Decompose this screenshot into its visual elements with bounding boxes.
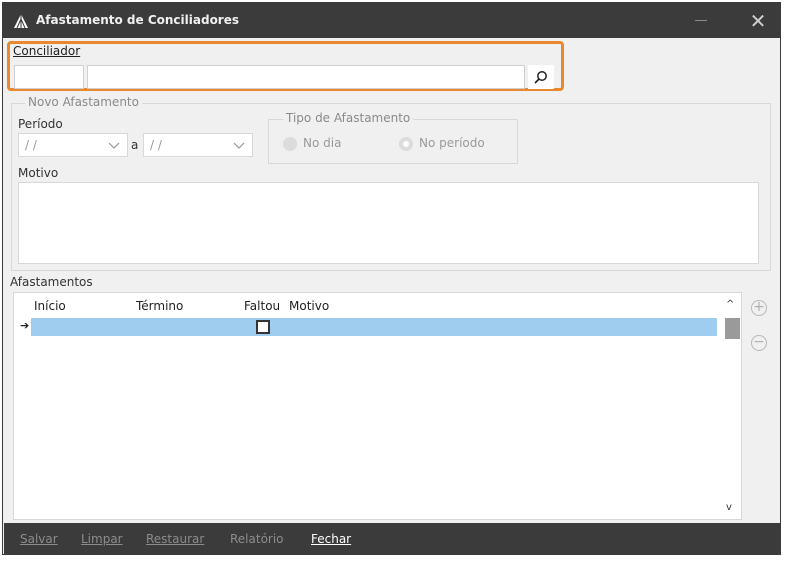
bottom-toolbar: Salvar Limpar Restaurar Relatório Fechar [4,523,781,555]
minimize-button[interactable] [695,20,707,21]
app-logo-icon [14,14,28,29]
motivo-textarea[interactable] [18,182,759,264]
afastamentos-grid[interactable]: Início Término Faltou Motivo ➔ ^ v [13,292,742,520]
salvar-button[interactable]: Salvar [20,532,58,546]
limpar-button[interactable]: Limpar [81,532,123,546]
conciliador-code-input[interactable] [14,65,84,89]
tipo-afastamento-title: Tipo de Afastamento [283,111,414,125]
fechar-button[interactable]: Fechar [311,532,351,546]
search-button[interactable] [528,65,554,89]
relatorio-button[interactable]: Relatório [230,532,284,546]
col-header-inicio[interactable]: Início [34,299,66,313]
vertical-scrollbar[interactable]: ^ v [723,295,740,519]
afastamentos-label: Afastamentos [10,275,93,289]
scroll-thumb[interactable] [725,318,740,339]
close-button[interactable]: ✕ [746,9,770,33]
faltou-checkbox[interactable] [256,320,270,334]
window-title: Afastamento de Conciliadores [36,13,240,27]
novo-afastamento-title: Novo Afastamento [25,95,142,109]
periodo-label: Período [18,117,63,131]
add-row-icon[interactable]: + [751,300,767,316]
conciliador-label: Conciliador [13,44,81,58]
motivo-label: Motivo [18,166,59,180]
col-header-termino[interactable]: Término [136,299,183,313]
search-icon [534,71,547,84]
main-window: Afastamento de Conciliadores ✕ Conciliad… [2,2,781,555]
title-bar: Afastamento de Conciliadores ✕ [3,3,780,38]
radio-no-dia-label: No dia [303,136,342,150]
chevron-down-icon[interactable] [107,137,121,153]
radio-no-periodo-label: No período [419,136,485,150]
chevron-down-icon[interactable] [232,137,246,153]
date-separator: a [131,138,139,152]
scroll-up-icon[interactable]: ^ [726,299,734,310]
col-header-faltou[interactable]: Faltou [244,299,280,313]
date-from-input[interactable]: / / [18,133,128,157]
date-to-input[interactable]: / / [143,133,253,157]
row-pointer-icon: ➔ [20,319,30,332]
table-row[interactable] [31,318,717,336]
remove-row-icon[interactable]: − [751,335,767,351]
restaurar-button[interactable]: Restaurar [146,532,204,546]
scroll-down-icon[interactable]: v [726,502,732,513]
conciliador-name-input[interactable] [87,65,525,89]
col-header-motivo[interactable]: Motivo [289,299,329,313]
